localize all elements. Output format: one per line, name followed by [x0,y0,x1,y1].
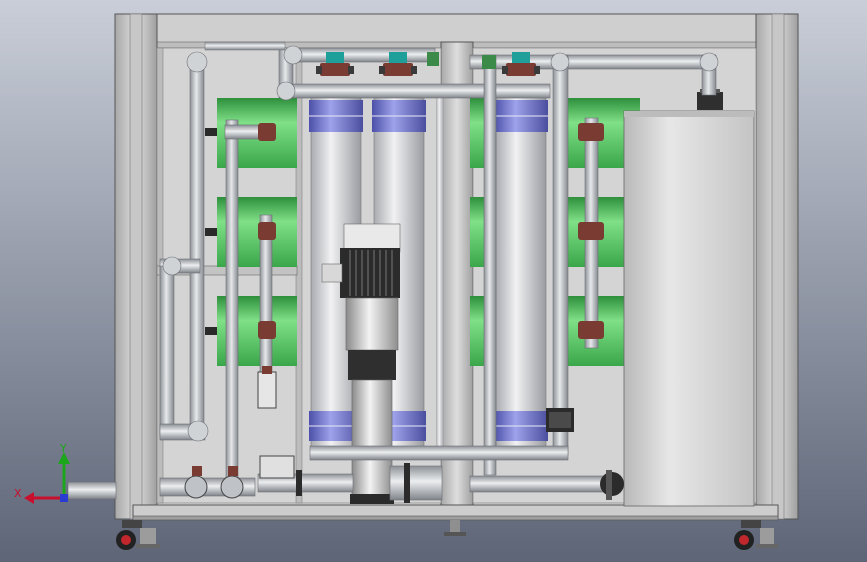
valve-right-2[interactable] [578,222,604,240]
valve-top-small-2[interactable] [482,55,496,69]
valve-top-small-1[interactable] [427,52,439,66]
top-rail [114,13,799,45]
permeate-riser-left-a[interactable] [225,119,239,481]
manifold-upper[interactable] [284,47,436,63]
valve-right-3[interactable] [578,321,604,339]
discharge-line[interactable] [389,465,443,501]
inlet-valve[interactable] [184,475,208,499]
valve-right-1[interactable] [578,123,604,141]
pressure-switch[interactable] [257,371,277,409]
concentrate-riser-right[interactable] [552,54,569,456]
right-post-inner [771,13,785,520]
valve-left-2[interactable] [258,222,276,240]
pump-motor[interactable] [340,248,400,298]
inlet-valve-2[interactable] [220,475,244,499]
feed-pipe-down[interactable] [159,265,175,437]
permeate-riser-mid[interactable] [483,54,497,476]
valve-left-1[interactable] [258,123,276,141]
z-axis-marker [60,494,68,502]
uf-housing-partial [436,92,444,457]
base-rail-lower [132,515,779,521]
pump-motor-cap [343,223,401,253]
flow-fitting[interactable] [259,455,295,479]
valve-left-3[interactable] [258,321,276,339]
center-post [440,41,474,508]
x-axis-label: X [14,487,22,500]
y-axis-label: Y [59,442,67,455]
left-post-inner [129,13,143,520]
pump-stages [351,379,393,496]
manifold-lower[interactable] [281,83,551,99]
inlet-stub[interactable] [67,481,117,500]
cad-viewport[interactable]: Y X [0,0,867,562]
drain-line[interactable] [469,475,621,493]
uf-housing-3[interactable] [494,91,548,458]
product-water-tank[interactable] [623,89,755,507]
pump-bracket [345,297,399,351]
bottom-manifold[interactable] [309,445,569,461]
feed-riser-left[interactable] [189,54,205,436]
